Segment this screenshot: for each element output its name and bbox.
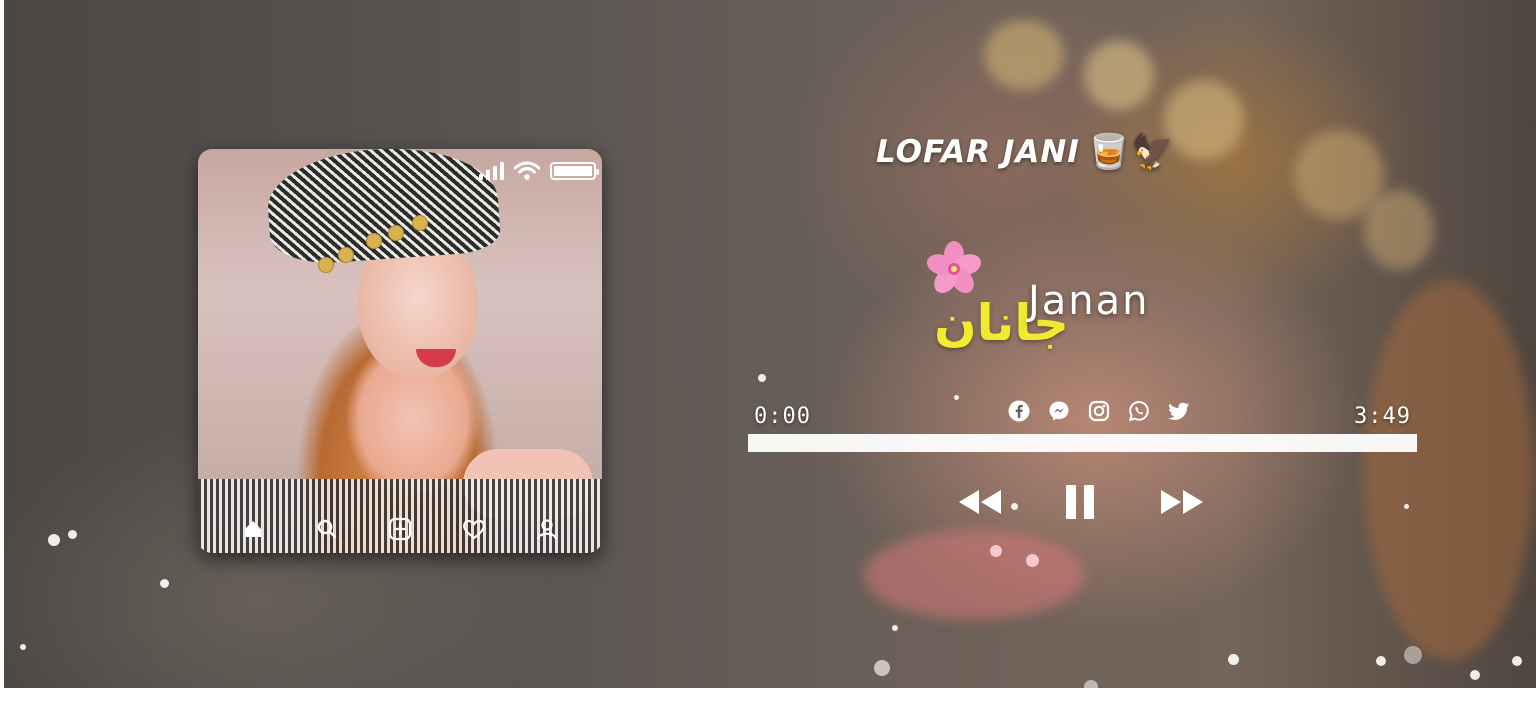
particle [990,545,1002,557]
particle [758,374,766,382]
battery-icon [550,162,599,180]
whatsapp-icon[interactable] [1128,400,1150,422]
particle [1026,554,1039,567]
total-duration: 3:49 [1354,404,1411,429]
rewind-icon [959,490,1001,514]
phone-nav-bar [240,511,560,547]
fast-forward-icon [1161,490,1203,514]
wifi-icon [514,161,540,180]
add-post-icon[interactable] [387,516,413,542]
twitter-icon[interactable] [1168,400,1190,422]
background-bokeh [1364,190,1434,270]
particle [1404,504,1409,509]
coin-ornament [388,225,404,241]
heart-icon[interactable] [461,516,487,542]
facebook-icon[interactable] [1008,400,1030,422]
background-bokeh [864,530,1084,620]
particle [48,534,60,546]
signal-icon [479,162,504,180]
coin-ornament [366,233,382,249]
particle [1404,646,1422,664]
current-time: 0:00 [754,404,811,429]
phone-mockup-card [198,149,602,553]
background-bokeh [1164,80,1244,160]
home-icon[interactable] [240,516,266,542]
pause-icon [1066,485,1094,519]
messenger-icon[interactable] [1048,400,1070,422]
playback-controls [954,480,1210,524]
particle [20,644,26,650]
particle [1376,656,1386,666]
song-title-block: جانان Janan [920,238,1240,358]
profile-icon[interactable] [534,516,560,542]
particle [1470,670,1480,680]
coin-ornament [338,247,354,263]
song-title-english: Janan [1028,278,1150,324]
rewind-button[interactable] [954,480,1006,524]
coin-ornament [412,215,428,231]
particle [1084,680,1098,688]
fast-forward-button[interactable] [1156,480,1208,524]
particle [1228,654,1239,665]
coin-ornament [318,257,334,273]
cherry-blossom-icon [927,241,981,294]
particle [874,660,890,676]
channel-name: LOFAR JANI [876,134,1080,170]
search-icon[interactable] [314,516,340,542]
background-bokeh [1364,280,1534,660]
particle [1512,656,1522,666]
social-links [1008,400,1190,422]
particle [892,625,898,631]
particle [68,530,77,539]
particle [160,579,169,588]
phone-status-bar [479,161,599,181]
background-bokeh [1084,40,1154,110]
background-bokeh [984,20,1064,90]
pause-button[interactable] [1062,480,1098,524]
particle [954,395,959,400]
glass-eagle-emoji-icon: 🥃🦅 [1087,132,1175,172]
photo-headscarf [264,149,502,267]
battery-level [554,166,592,176]
channel-title: LOFAR JANI 🥃🦅 [876,128,1175,176]
instagram-icon[interactable] [1088,400,1110,422]
progress-bar[interactable] [748,434,1417,452]
